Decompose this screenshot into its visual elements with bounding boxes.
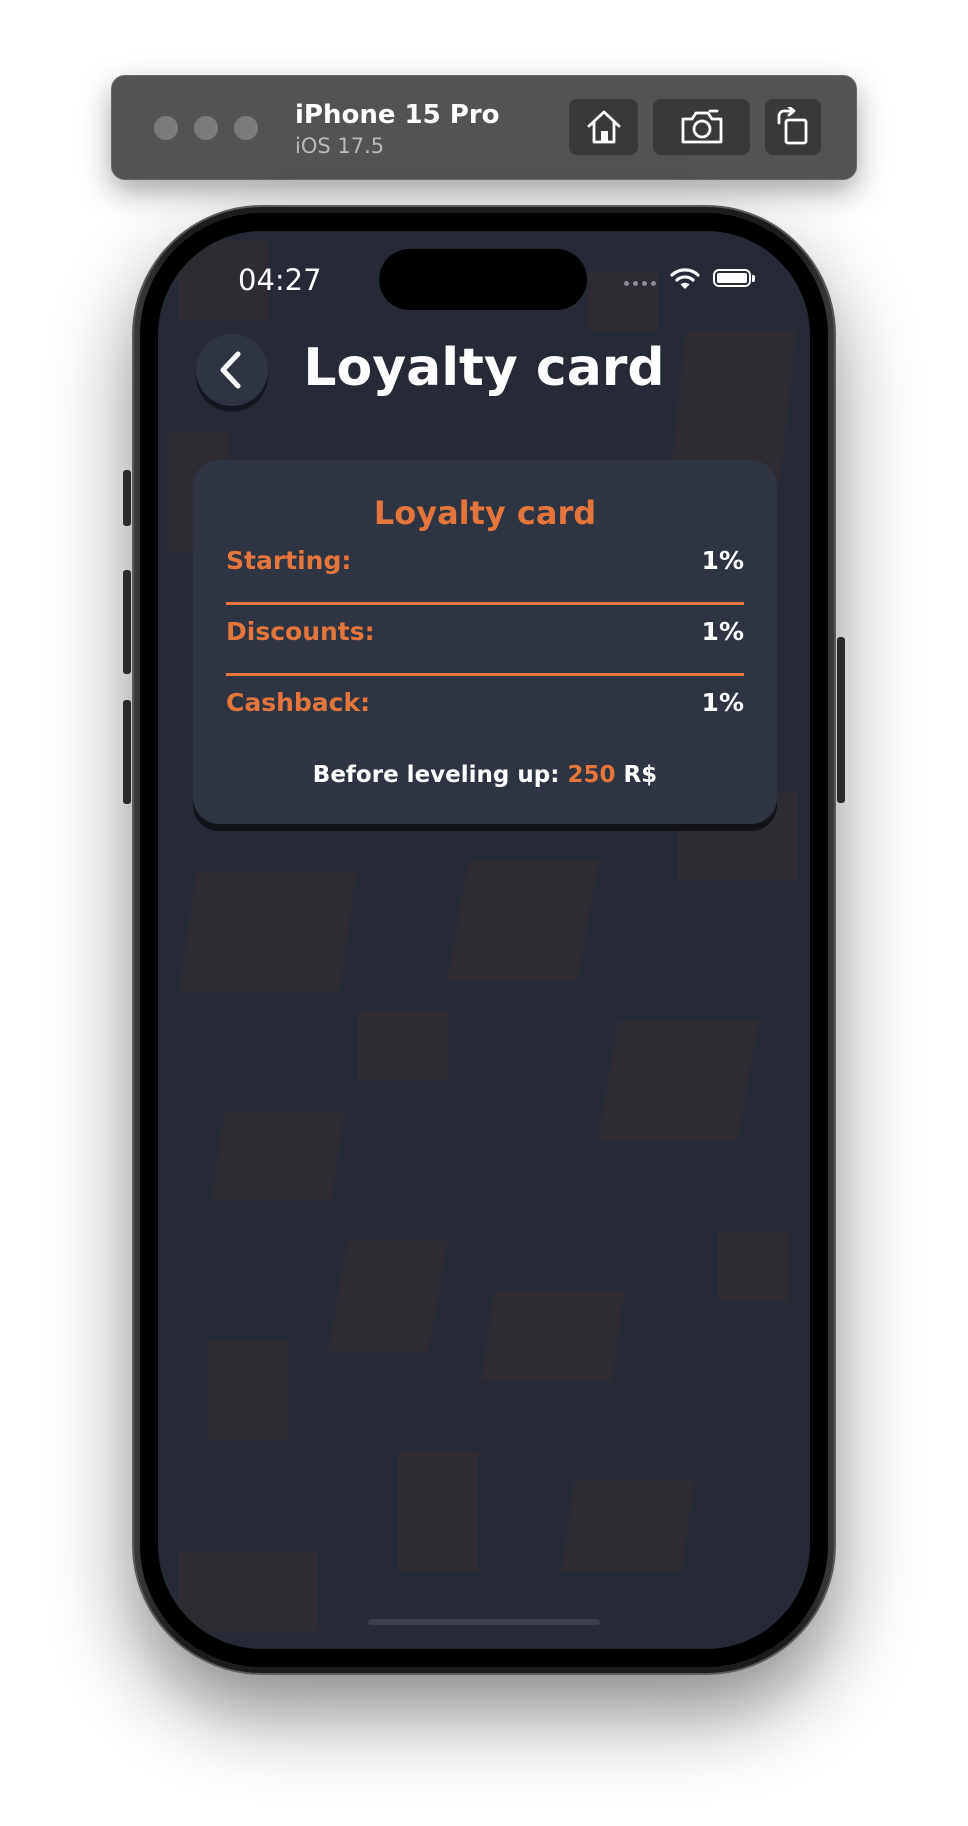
power-button[interactable] [837, 637, 845, 803]
rotate-icon [777, 107, 808, 145]
simulator-toolbar: iPhone 15 Pro iOS 17.5 [111, 75, 857, 180]
row-label: Starting: [226, 545, 352, 575]
loyalty-row-starting: Starting: 1% [226, 540, 744, 580]
row-value: 1% [701, 545, 744, 575]
loyalty-row-discounts: Discounts: 1% [226, 611, 744, 651]
volume-up-button[interactable] [123, 570, 131, 674]
window-minimize-dot[interactable] [194, 116, 218, 140]
row-label: Cashback: [226, 687, 371, 717]
row-value: 1% [701, 687, 744, 717]
loyalty-card: Loyalty card Starting: 1% Discounts: 1% … [193, 460, 777, 824]
action-button[interactable] [123, 470, 131, 526]
row-label: Discounts: [226, 616, 375, 646]
dynamic-island [379, 249, 587, 310]
window-zoom-dot[interactable] [234, 116, 258, 140]
battery-icon [713, 269, 755, 287]
card-title: Loyalty card [373, 494, 597, 532]
page-title: Loyalty card [303, 338, 665, 398]
volume-down-button[interactable] [123, 700, 131, 804]
home-button[interactable] [569, 99, 638, 155]
screenshot-button[interactable] [653, 99, 750, 155]
row-divider [226, 602, 744, 605]
home-icon [587, 110, 620, 144]
level-amount: 250 [567, 762, 616, 788]
level-prefix: Before leveling up: [312, 762, 560, 788]
level-currency: R$ [623, 762, 658, 788]
rotate-button[interactable] [765, 99, 821, 155]
phone-screen: 04:27 Loyalty card Loyalty card Starting… [158, 231, 810, 1649]
root: iPhone 15 Pro iOS 17.5 04:27 Loyalty car… [0, 0, 968, 1826]
device-name: iPhone 15 Pro [295, 100, 500, 130]
row-divider [226, 673, 744, 676]
wifi-icon [670, 268, 700, 289]
row-value: 1% [701, 616, 744, 646]
cellular-signal-icon [624, 281, 656, 286]
camera-icon [681, 109, 722, 144]
home-indicator[interactable] [368, 1619, 600, 1625]
loyalty-row-cashback: Cashback: 1% [226, 682, 744, 722]
status-time: 04:27 [238, 263, 322, 297]
os-version: iOS 17.5 [295, 134, 385, 158]
window-close-dot[interactable] [154, 116, 178, 140]
level-up-text: Before leveling up: 250 R$ [193, 762, 777, 788]
